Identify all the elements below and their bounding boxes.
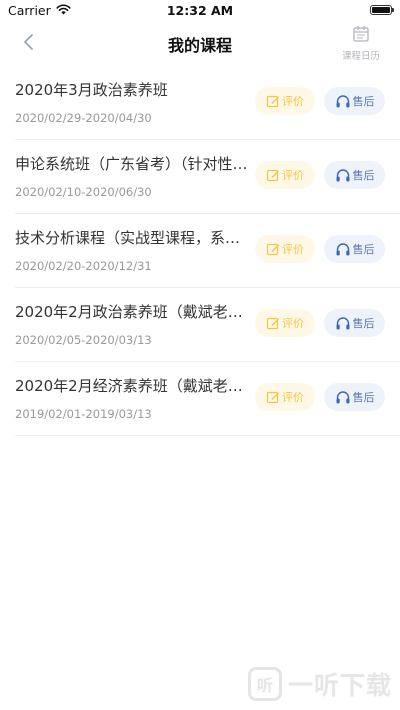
edit-icon xyxy=(266,316,280,330)
course-dates: 2020/02/29-2020/04/30 xyxy=(15,111,152,125)
aftersale-button[interactable]: 售后 xyxy=(324,87,385,115)
course-item[interactable]: 2020年3月政治素养班 2020/02/29-2020/04/30 评价 售后 xyxy=(15,66,400,140)
aftersale-button[interactable]: 售后 xyxy=(324,235,385,263)
calendar-icon xyxy=(352,25,370,47)
course-dates: 2019/02/01-2019/03/13 xyxy=(15,407,152,421)
course-item[interactable]: 技术分析课程（实战型课程，系统学习） 2020/02/20-2020/12/31… xyxy=(15,214,400,288)
aftersale-label: 售后 xyxy=(352,317,375,330)
nav-bar: 我的课程 课程日历 xyxy=(0,22,400,66)
headphones-icon xyxy=(335,390,351,405)
review-button[interactable]: 评价 xyxy=(255,87,315,115)
calendar-label: 课程日历 xyxy=(341,51,380,62)
status-time: 12:32 AM xyxy=(166,3,234,18)
watermark: 听 一听下载 xyxy=(247,666,392,702)
battery-icon xyxy=(370,5,394,15)
course-title[interactable]: 2020年2月政治素养班（戴斌老师） xyxy=(15,301,250,322)
aftersale-label: 售后 xyxy=(352,391,375,404)
aftersale-label: 售后 xyxy=(352,243,375,256)
review-button[interactable]: 评价 xyxy=(255,235,315,263)
review-label: 评价 xyxy=(282,391,304,404)
review-label: 评价 xyxy=(282,243,304,256)
aftersale-button[interactable]: 售后 xyxy=(324,309,385,337)
course-item[interactable]: 2020年2月经济素养班（戴斌老师） 2019/02/01-2019/03/13… xyxy=(15,362,400,436)
course-list: 2020年3月政治素养班 2020/02/29-2020/04/30 评价 售后… xyxy=(0,66,400,436)
review-label: 评价 xyxy=(282,169,304,182)
course-title[interactable]: 技术分析课程（实战型课程，系统学习） xyxy=(15,227,250,248)
status-bar: Carrier 12:32 AM xyxy=(0,0,400,22)
edit-icon xyxy=(266,390,280,404)
aftersale-label: 售后 xyxy=(352,169,375,182)
aftersale-label: 售后 xyxy=(352,95,375,108)
screen: Carrier 12:32 AM 我的课程 课程日历 2020年3月政治素养班 … xyxy=(0,0,400,710)
edit-icon xyxy=(266,242,280,256)
course-title[interactable]: 申论系统班（广东省考）（针对性备考） xyxy=(15,153,250,174)
headphones-icon xyxy=(335,316,351,331)
headphones-icon xyxy=(335,168,351,183)
battery-fill xyxy=(372,7,390,13)
course-item[interactable]: 申论系统班（广东省考）（针对性备考） 2020/02/10-2020/06/30… xyxy=(15,140,400,214)
edit-icon xyxy=(266,94,280,108)
watermark-text: 一听下载 xyxy=(287,671,392,700)
course-dates: 2020/02/20-2020/12/31 xyxy=(15,259,152,273)
headphones-icon xyxy=(335,94,351,109)
review-label: 评价 xyxy=(282,95,304,108)
course-dates: 2020/02/10-2020/06/30 xyxy=(15,185,152,199)
course-calendar-button[interactable]: 课程日历 xyxy=(336,25,386,63)
review-label: 评价 xyxy=(282,317,304,330)
course-title[interactable]: 2020年2月经济素养班（戴斌老师） xyxy=(15,375,250,396)
aftersale-button[interactable]: 售后 xyxy=(324,161,385,189)
review-button[interactable]: 评价 xyxy=(255,383,315,411)
headphones-icon xyxy=(335,242,351,257)
course-dates: 2020/02/05-2020/03/13 xyxy=(15,333,152,347)
course-item[interactable]: 2020年2月政治素养班（戴斌老师） 2020/02/05-2020/03/13… xyxy=(15,288,400,362)
edit-icon xyxy=(266,168,280,182)
review-button[interactable]: 评价 xyxy=(255,161,315,189)
course-title[interactable]: 2020年3月政治素养班 xyxy=(15,79,250,100)
aftersale-button[interactable]: 售后 xyxy=(324,383,385,411)
watermark-logo: 听 xyxy=(247,667,282,701)
review-button[interactable]: 评价 xyxy=(255,309,315,337)
